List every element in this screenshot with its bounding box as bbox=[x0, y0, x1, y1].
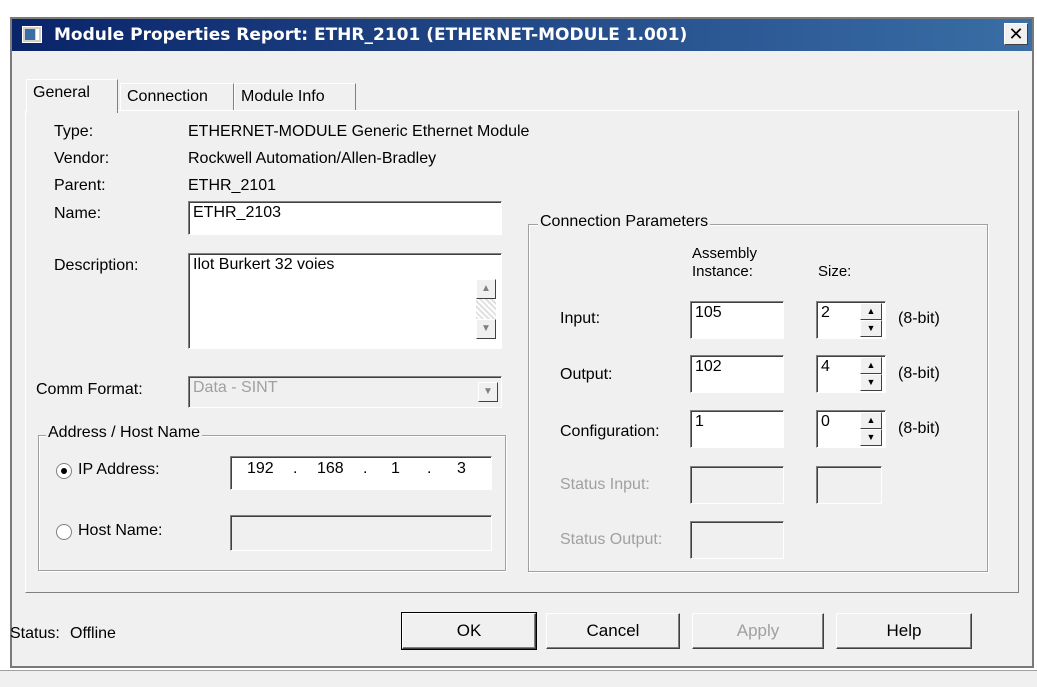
ip-octet-4: 3 bbox=[457, 460, 466, 477]
type-label: Type: bbox=[54, 123, 94, 140]
configuration-size-spinner[interactable]: ▲ ▼ bbox=[860, 412, 882, 446]
spin-down-icon[interactable]: ▼ bbox=[860, 374, 882, 391]
description-scrollbar-track[interactable] bbox=[476, 299, 496, 319]
host-name-label[interactable]: Host Name: bbox=[78, 522, 162, 540]
vendor-label: Vendor: bbox=[54, 150, 110, 167]
spin-up-icon[interactable]: ▲ bbox=[860, 412, 882, 429]
cancel-button[interactable]: Cancel bbox=[546, 613, 680, 649]
output-instance-field[interactable]: 102 bbox=[690, 355, 784, 393]
status-output-label: Status Output: bbox=[560, 531, 663, 548]
output-size-spinner[interactable]: ▲ ▼ bbox=[860, 357, 882, 391]
status-input-label: Status Input: bbox=[560, 476, 650, 493]
connection-parameters-group bbox=[528, 224, 988, 572]
spin-up-icon[interactable]: ▲ bbox=[860, 357, 882, 374]
status-label: Status: bbox=[10, 625, 60, 642]
name-label: Name: bbox=[54, 205, 102, 222]
ip-dot-1: . bbox=[293, 460, 298, 477]
ok-button[interactable]: OK bbox=[401, 612, 537, 650]
module-properties-dialog: Module Properties Report: ETHR_2101 (ETH… bbox=[10, 17, 1034, 668]
parent-label: Parent: bbox=[54, 177, 106, 194]
module-icon bbox=[22, 26, 42, 43]
scroll-down-icon[interactable]: ▼ bbox=[476, 319, 496, 339]
chevron-down-icon: ▼ bbox=[478, 382, 498, 402]
input-unit: (8-bit) bbox=[898, 310, 940, 327]
status-input-size-field bbox=[816, 466, 882, 504]
size-header: Size: bbox=[818, 263, 852, 280]
connection-parameters-title: Connection Parameters bbox=[538, 213, 711, 231]
vendor-value: Rockwell Automation/Allen-Bradley bbox=[188, 150, 437, 167]
ip-octet-2: 168 bbox=[317, 460, 344, 477]
ip-dot-2: . bbox=[363, 460, 368, 477]
window-title: Module Properties Report: ETHR_2101 (ETH… bbox=[54, 25, 688, 45]
comm-format-select: Data - SINT bbox=[188, 376, 502, 408]
description-text: Ilot Burkert 32 voies bbox=[193, 256, 335, 273]
close-icon[interactable]: ✕ bbox=[1004, 23, 1028, 45]
host-name-radio[interactable] bbox=[56, 524, 72, 540]
parent-value: ETHR_2101 bbox=[188, 177, 277, 194]
description-label: Description: bbox=[54, 257, 139, 274]
ip-dot-3: . bbox=[427, 460, 432, 477]
output-unit: (8-bit) bbox=[898, 365, 940, 382]
type-value: ETHERNET-MODULE Generic Ethernet Module bbox=[188, 123, 530, 140]
tab-general[interactable]: General bbox=[26, 79, 118, 113]
ip-octet-1: 192 bbox=[247, 460, 274, 477]
help-button[interactable]: Help bbox=[836, 613, 972, 649]
host-name-input bbox=[230, 515, 492, 551]
configuration-instance-field[interactable]: 1 bbox=[690, 410, 784, 448]
background-window-strip bbox=[0, 670, 1037, 687]
spin-up-icon[interactable]: ▲ bbox=[860, 303, 882, 320]
configuration-label: Configuration: bbox=[560, 423, 660, 440]
ip-address-input[interactable]: 192 . 168 . 1 . 3 bbox=[230, 456, 492, 490]
ip-address-radio[interactable] bbox=[56, 463, 72, 479]
status-input-field bbox=[690, 466, 784, 504]
output-label: Output: bbox=[560, 366, 613, 383]
tab-module-info[interactable]: Module Info bbox=[234, 83, 356, 111]
ip-octet-3: 1 bbox=[391, 460, 400, 477]
assembly-header-line2: Instance: bbox=[692, 263, 753, 280]
ip-address-label[interactable]: IP Address: bbox=[78, 461, 160, 479]
address-group-title: Address / Host Name bbox=[46, 424, 203, 442]
scroll-up-icon[interactable]: ▲ bbox=[476, 279, 496, 299]
input-instance-field[interactable]: 105 bbox=[690, 301, 784, 339]
apply-button: Apply bbox=[692, 613, 824, 649]
spin-down-icon[interactable]: ▼ bbox=[860, 429, 882, 446]
status-output-field bbox=[690, 521, 784, 559]
input-size-spinner[interactable]: ▲ ▼ bbox=[860, 303, 882, 337]
assembly-header-line1: Assembly bbox=[692, 245, 758, 262]
input-label: Input: bbox=[560, 310, 601, 327]
tab-connection[interactable]: Connection bbox=[120, 83, 234, 111]
comm-format-label: Comm Format: bbox=[36, 381, 143, 398]
description-textarea[interactable]: Ilot Burkert 32 voies bbox=[188, 253, 502, 349]
spin-down-icon[interactable]: ▼ bbox=[860, 320, 882, 337]
name-input[interactable]: ETHR_2103 bbox=[188, 201, 502, 235]
title-bar[interactable]: Module Properties Report: ETHR_2101 (ETH… bbox=[12, 19, 1032, 51]
status-value: Offline bbox=[70, 625, 116, 642]
configuration-unit: (8-bit) bbox=[898, 420, 940, 437]
